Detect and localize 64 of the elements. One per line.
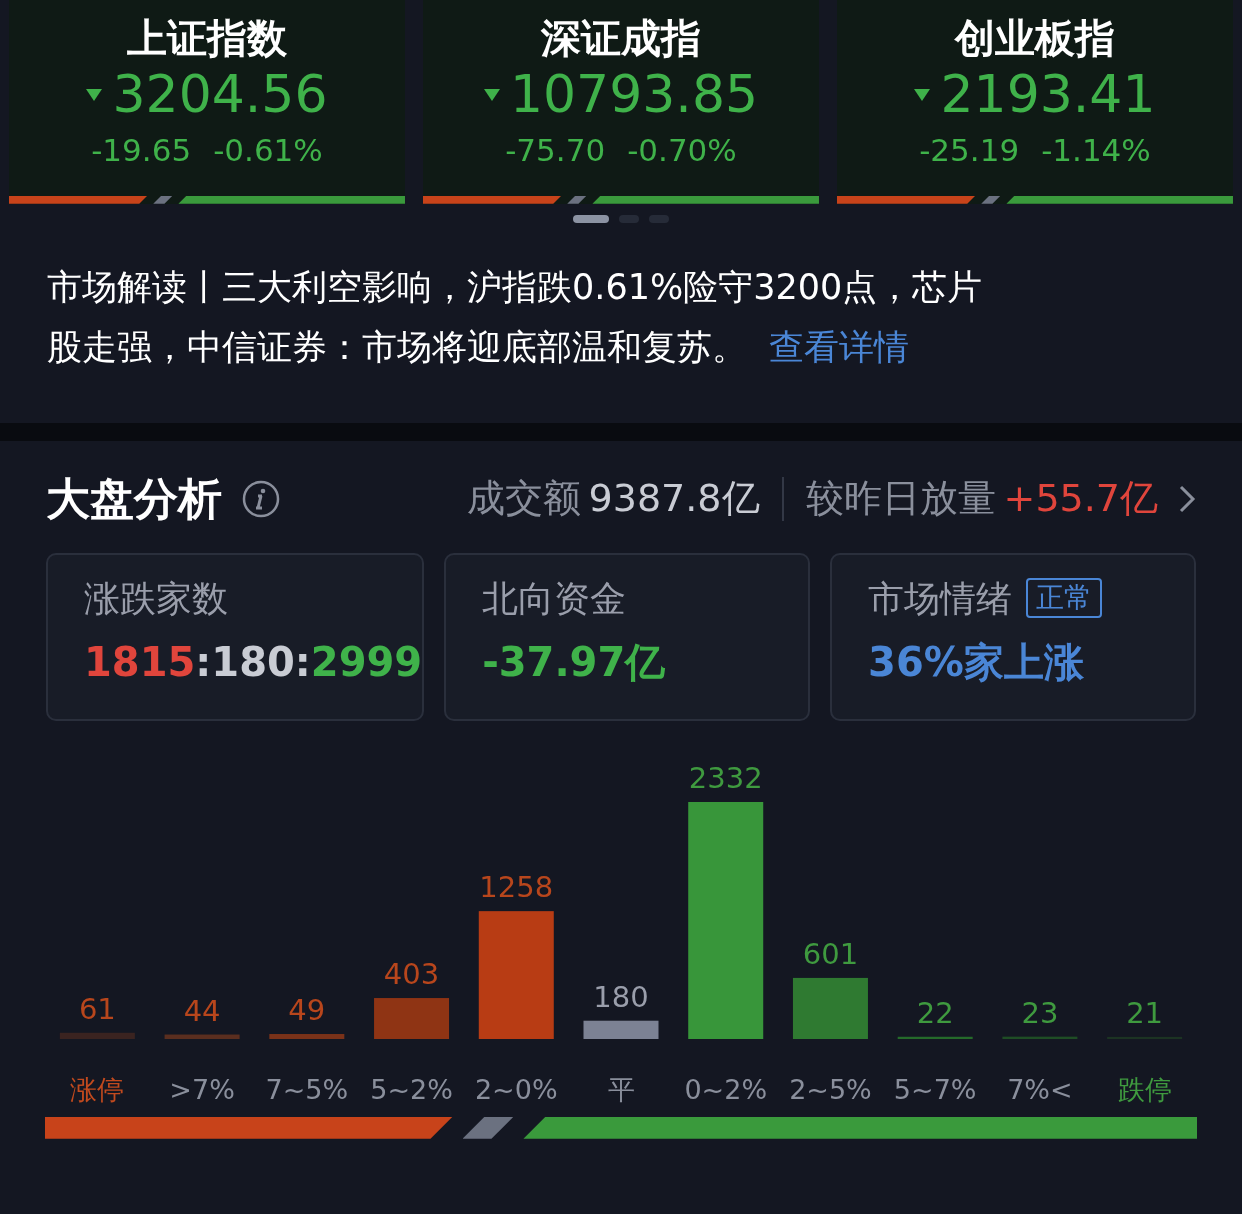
bar-value-label: 601 (802, 936, 859, 971)
index-card[interactable]: 深证成指 10793.85 -75.70 -0.70% (423, 0, 819, 204)
index-change: -19.65 (91, 131, 192, 171)
rise-count: 1815 (84, 638, 196, 685)
turnover-value: 9387.8亿 (588, 475, 760, 523)
news-text: 市场解读丨三大利空影响，沪指跌0.61%险守3200点，芯片 (47, 265, 983, 309)
category-label: 7~5% (265, 1073, 349, 1105)
stat-label: 市场情绪 (868, 576, 1013, 620)
fall-count: 2999 (310, 638, 423, 685)
stat-value: 36%家上涨 (868, 638, 1084, 685)
index-percent: -0.70% (627, 131, 737, 171)
stat-label: 北向资金 (482, 576, 627, 620)
stat-card[interactable]: 市场情绪 正常 36%家上涨 (830, 552, 1196, 721)
status-tag: 正常 (1026, 578, 1103, 619)
stat-card[interactable]: 涨跌家数 1815:180:2999 (46, 552, 425, 721)
section-title: 大盘分析 (46, 471, 222, 526)
category-label: 平 (607, 1073, 635, 1105)
compare-value: +55.7亿 (1003, 475, 1158, 523)
bar-value-label: 1258 (479, 869, 554, 904)
index-name: 深证成指 (541, 14, 701, 62)
stat-value: -37.97亿 (482, 638, 666, 685)
colon-separator: : (294, 638, 311, 685)
detail-link[interactable]: 查看详情 (769, 316, 909, 377)
index-card[interactable]: 上证指数 3204.56 -19.65 -0.61% (9, 0, 405, 204)
colon-separator: : (195, 638, 212, 685)
bar-value-label: 403 (383, 956, 440, 991)
bar-value-label: 61 (78, 991, 116, 1026)
bar-value-label: 23 (1021, 995, 1059, 1030)
category-label: 2~0% (474, 1073, 558, 1105)
category-label: 7%< (1007, 1073, 1073, 1105)
category-label: 5~7% (893, 1073, 977, 1105)
bar-value-label: 49 (288, 992, 326, 1027)
down-triangle-icon (914, 88, 931, 101)
category-label: 2~5% (789, 1073, 872, 1105)
news-text: 股走强，中信证券：市场将迎底部温和复苏。 (47, 325, 747, 369)
compare-label: 较昨日放量 (805, 475, 996, 523)
turnover-label: 成交额 (466, 475, 581, 523)
bar-value-label: 2332 (688, 760, 763, 795)
bar-value-label: 21 (1126, 995, 1164, 1030)
index-value: 10793.85 (509, 66, 759, 124)
bar-value-label: 180 (593, 979, 649, 1014)
index-change: -25.19 (919, 131, 1020, 171)
chevron-right-icon[interactable] (1178, 483, 1196, 514)
down-triangle-icon (483, 88, 500, 101)
index-percent: -1.14% (1041, 131, 1151, 171)
category-label: 涨停 (70, 1073, 125, 1105)
stat-card[interactable]: 北向资金 -37.97亿 (444, 552, 811, 721)
index-name: 创业板指 (955, 14, 1115, 62)
bar-value-label: 22 (916, 995, 954, 1030)
flat-count: 180 (211, 638, 295, 685)
stat-label: 涨跌家数 (84, 576, 228, 620)
bar-value-label: 44 (183, 993, 221, 1028)
index-card[interactable]: 创业板指 2193.41 -25.19 -1.14% (837, 0, 1233, 204)
index-change: -75.70 (505, 131, 606, 171)
category-label: 5~2% (370, 1073, 453, 1105)
category-label: 0~2% (684, 1073, 768, 1105)
down-triangle-icon (86, 88, 103, 101)
category-label: >7% (169, 1073, 235, 1105)
index-name: 上证指数 (127, 14, 287, 62)
index-value: 3204.56 (112, 66, 328, 124)
index-value: 2193.41 (940, 66, 1156, 124)
info-icon[interactable] (242, 479, 280, 518)
index-percent: -0.61% (213, 131, 323, 171)
category-label: 跌停 (1117, 1073, 1172, 1105)
